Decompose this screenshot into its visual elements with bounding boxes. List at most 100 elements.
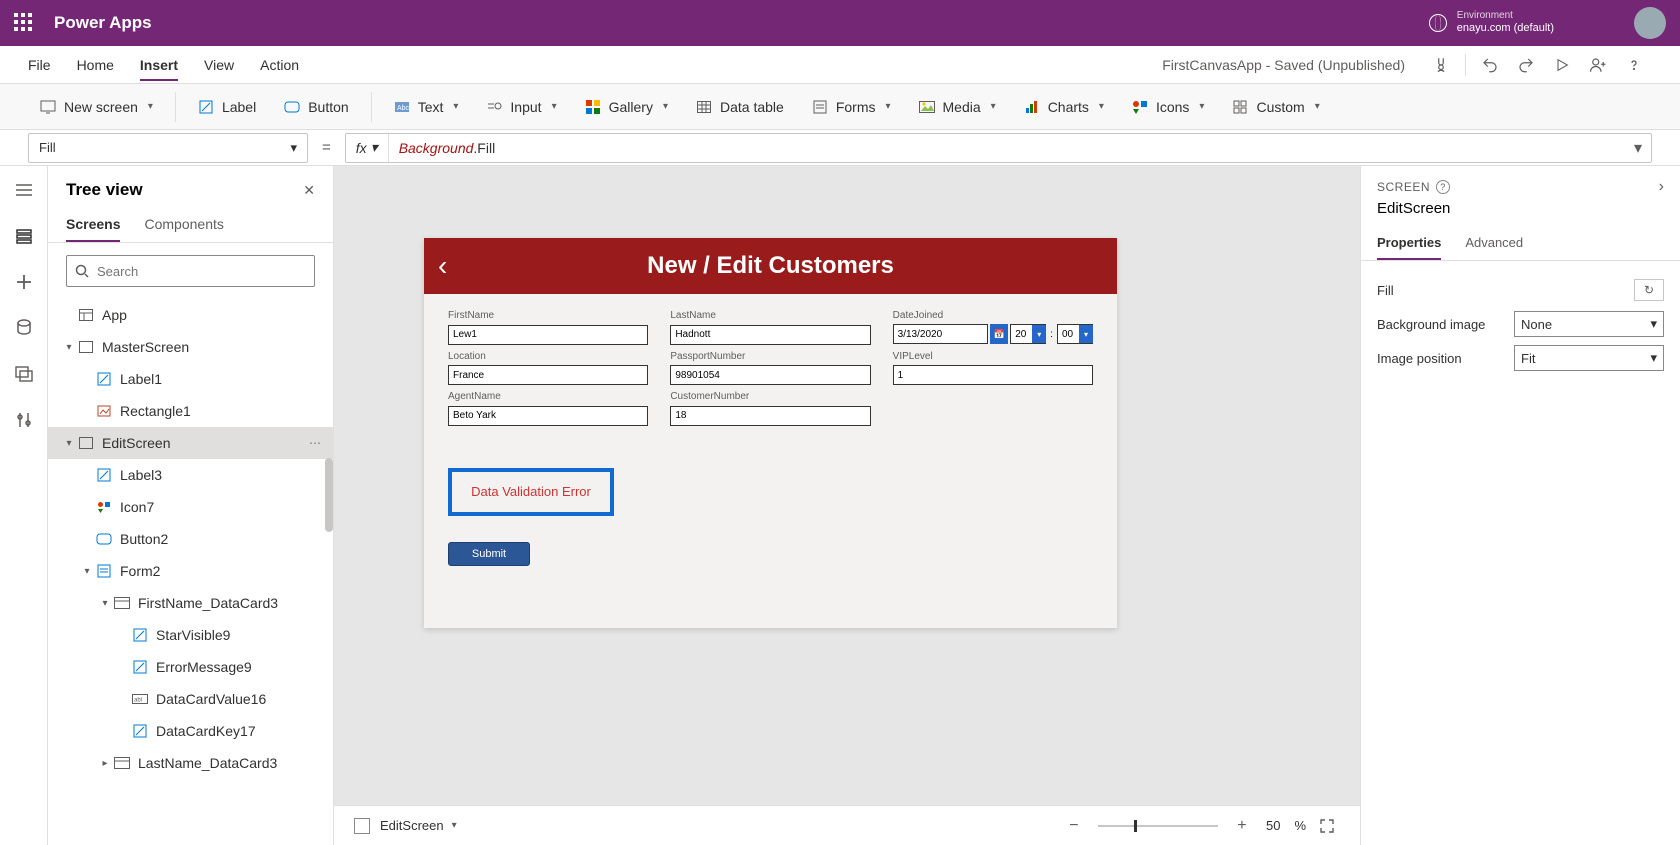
redo-icon[interactable]	[1508, 47, 1544, 83]
input-lastname[interactable]	[670, 325, 870, 345]
tree-node-lastname_datacard3[interactable]: ▸LastName_DataCard3	[48, 747, 333, 779]
label-button[interactable]: Label	[186, 93, 268, 121]
help-circle-icon[interactable]: ?	[1436, 180, 1450, 194]
menu-view[interactable]: View	[204, 49, 234, 81]
help-icon[interactable]	[1616, 47, 1652, 83]
tab-advanced[interactable]: Advanced	[1465, 227, 1523, 260]
input-custnum[interactable]	[670, 406, 870, 426]
tree-view-panel: Tree view ✕ Screens Components App▾Maste…	[48, 166, 334, 845]
prop-bgimg-select[interactable]: None▾	[1514, 311, 1664, 337]
more-icon[interactable]: ⋯	[309, 436, 323, 450]
tree-node-button2[interactable]: Button2	[48, 523, 333, 555]
gallery-icon	[585, 99, 601, 115]
tree-node-starvisible9[interactable]: StarVisible9	[48, 619, 333, 651]
icons-dropdown[interactable]: Icons▾	[1120, 93, 1217, 121]
zoom-in-button[interactable]: +	[1232, 817, 1252, 835]
document-title: FirstCanvasApp - Saved (Unpublished)	[1162, 57, 1405, 73]
charts-dropdown[interactable]: Charts▾	[1012, 93, 1116, 121]
formula-expand-icon[interactable]: ▾	[1625, 138, 1651, 158]
tree-search-input[interactable]	[97, 264, 306, 279]
property-selector[interactable]: Fill▾	[28, 133, 308, 163]
environment-picker[interactable]: Environment enayu.com (default)	[1429, 10, 1554, 35]
tree-node-form2[interactable]: ▾Form2	[48, 555, 333, 587]
submit-button[interactable]: Submit	[448, 542, 530, 566]
chevron-down-icon[interactable]: ▾	[452, 820, 457, 831]
media-rail-icon[interactable]	[14, 364, 34, 384]
input-passport[interactable]	[670, 365, 870, 385]
expand-panel-icon[interactable]: ›	[1659, 178, 1664, 196]
fit-to-window-icon[interactable]	[1320, 819, 1340, 833]
text-icon: Abc	[394, 99, 410, 115]
gallery-dropdown[interactable]: Gallery▾	[573, 93, 680, 121]
share-icon[interactable]	[1580, 47, 1616, 83]
hamburger-icon[interactable]	[14, 180, 34, 200]
search-icon	[75, 264, 89, 278]
menu-file[interactable]: File	[28, 49, 51, 81]
input-dropdown[interactable]: Input▾	[474, 93, 568, 121]
tree-node-masterscreen[interactable]: ▾MasterScreen	[48, 331, 333, 363]
tree-search[interactable]	[66, 255, 315, 287]
input-firstname[interactable]	[448, 325, 648, 345]
app-canvas[interactable]: ‹ New / Edit Customers FirstName LastNam…	[424, 238, 1117, 628]
tree-node-datacardkey17[interactable]: DataCardKey17	[48, 715, 333, 747]
menu-home[interactable]: Home	[77, 49, 114, 81]
fx-icon[interactable]: fx▾	[346, 134, 389, 162]
input-location[interactable]	[448, 365, 648, 385]
play-icon[interactable]	[1544, 47, 1580, 83]
input-agent[interactable]	[448, 406, 648, 426]
tree-node-rectangle1[interactable]: Rectangle1	[48, 395, 333, 427]
tree-view-icon[interactable]	[14, 226, 34, 246]
field-location: Location	[448, 351, 648, 386]
tree-node-datacardvalue16[interactable]: ablDataCardValue16	[48, 683, 333, 715]
tree-node-app[interactable]: App	[48, 299, 333, 331]
tab-screens[interactable]: Screens	[66, 208, 120, 242]
tab-components[interactable]: Components	[144, 208, 223, 242]
selected-screen-name[interactable]: EditScreen	[380, 818, 444, 833]
insert-rail-icon[interactable]	[14, 272, 34, 292]
tree-node-firstname_datacard3[interactable]: ▾FirstName_DataCard3	[48, 587, 333, 619]
new-screen-button[interactable]: New screen▾	[28, 93, 165, 121]
prop-fill-swatch[interactable]: ↻	[1634, 279, 1664, 301]
element-name: EditScreen	[1361, 200, 1680, 227]
selection-checkbox[interactable]	[354, 818, 370, 834]
user-avatar[interactable]	[1634, 7, 1666, 39]
tree-node-editscreen[interactable]: ▾EditScreen⋯	[48, 427, 333, 459]
tree-node-errormessage9[interactable]: ErrorMessage9	[48, 651, 333, 683]
calendar-icon[interactable]: 📅	[990, 324, 1008, 344]
data-rail-icon[interactable]	[14, 318, 34, 338]
tree-node-label3[interactable]: Label3	[48, 459, 333, 491]
media-dropdown[interactable]: Media▾	[907, 93, 1008, 121]
input-date[interactable]	[893, 324, 989, 344]
zoom-slider[interactable]	[1098, 825, 1218, 827]
close-icon[interactable]: ✕	[303, 182, 315, 199]
formula-input[interactable]: Background.Fill	[389, 134, 1625, 162]
menu-action[interactable]: Action	[260, 49, 299, 81]
undo-icon[interactable]	[1472, 47, 1508, 83]
prop-imgpos-select[interactable]: Fit▾	[1514, 345, 1664, 371]
custom-icon	[1232, 99, 1248, 115]
select-minute[interactable]: 00▾	[1057, 324, 1093, 344]
tree-list: App▾MasterScreenLabel1Rectangle1▾EditScr…	[48, 299, 333, 845]
tree-node-icon7[interactable]: Icon7	[48, 491, 333, 523]
zoom-out-button[interactable]: −	[1064, 817, 1084, 835]
custom-dropdown[interactable]: Custom▾	[1220, 93, 1331, 121]
back-icon[interactable]: ‹	[438, 250, 447, 282]
text-dropdown[interactable]: Abc Text▾	[382, 93, 471, 121]
scrollbar-thumb[interactable]	[325, 458, 333, 532]
input-vip[interactable]	[893, 365, 1093, 385]
button-button[interactable]: Button	[272, 93, 360, 121]
svg-text:Abc: Abc	[397, 105, 410, 112]
menu-insert[interactable]: Insert	[140, 49, 178, 81]
select-hour[interactable]: 20▾	[1010, 324, 1046, 344]
app-checker-icon[interactable]	[1423, 47, 1459, 83]
datatable-button[interactable]: Data table	[684, 93, 796, 121]
tab-properties[interactable]: Properties	[1377, 227, 1441, 260]
label-icon	[130, 628, 150, 642]
zoom-pct: %	[1294, 818, 1306, 833]
forms-dropdown[interactable]: Forms▾	[800, 93, 903, 121]
waffle-icon[interactable]	[14, 13, 34, 33]
form-icon	[94, 564, 114, 578]
tree-node-label1[interactable]: Label1	[48, 363, 333, 395]
tools-rail-icon[interactable]	[14, 410, 34, 430]
formula-bar: Fill▾ = fx▾ Background.Fill ▾	[0, 130, 1680, 166]
